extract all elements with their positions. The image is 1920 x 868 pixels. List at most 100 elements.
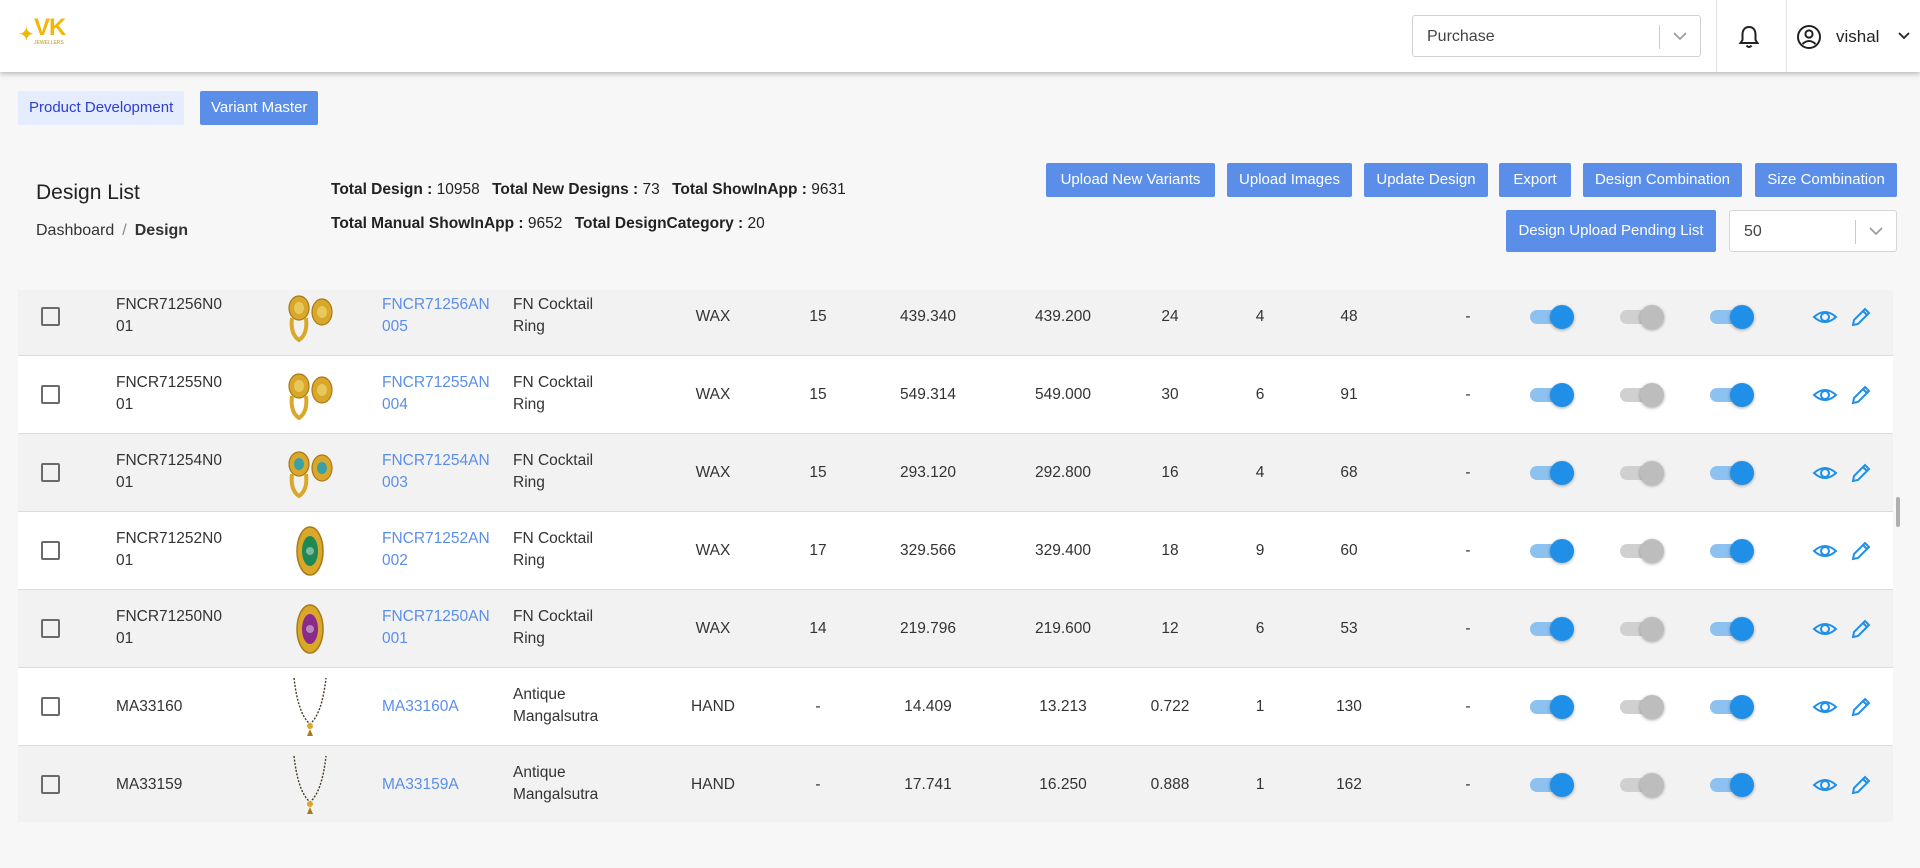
design-image[interactable] [280, 362, 340, 428]
toggle-manual-show[interactable] [1710, 305, 1754, 329]
row-checkbox[interactable] [41, 541, 60, 560]
breadcrumb-dashboard[interactable]: Dashboard [36, 222, 114, 239]
category-line-2: Ring [513, 318, 545, 335]
toggle-manual-show[interactable] [1710, 773, 1754, 797]
variant-code-link[interactable]: FNCR71256AN 005 [382, 294, 502, 338]
design-image[interactable] [280, 752, 340, 818]
toggle-new-design[interactable] [1620, 383, 1664, 407]
toggle-show-in-app[interactable] [1530, 695, 1574, 719]
design-upload-pending-list-button[interactable]: Design Upload Pending List [1506, 210, 1716, 252]
view-eye-icon[interactable] [1812, 538, 1838, 564]
upload-new-variants-button[interactable]: Upload New Variants [1046, 163, 1215, 197]
toggle-show-in-app[interactable] [1530, 539, 1574, 563]
toggle-manual-show[interactable] [1710, 461, 1754, 485]
category-line-1: FN Cocktail [513, 296, 594, 313]
scrollbar-thumb[interactable] [1896, 497, 1900, 527]
toggle-show-in-app[interactable] [1530, 383, 1574, 407]
variant-code-link-line-2[interactable]: 005 [382, 316, 502, 338]
col-4: 30 [1161, 386, 1179, 403]
toggle-new-design[interactable] [1620, 617, 1664, 641]
variant-code-link-line-1[interactable]: MA33160A [382, 696, 502, 718]
variant-code-link-line-1[interactable]: FNCR71255AN [382, 372, 502, 394]
toggle-knob [1640, 539, 1664, 563]
design-image[interactable] [280, 596, 340, 662]
view-eye-icon[interactable] [1812, 694, 1838, 720]
variant-code-link-line-1[interactable]: MA33159A [382, 774, 502, 796]
tab-variant-master[interactable]: Variant Master [200, 91, 319, 125]
stats-line-2: Total Manual ShowInApp : 9652 Total Desi… [331, 215, 773, 233]
toggle-show-in-app[interactable] [1530, 461, 1574, 485]
edit-pencil-icon[interactable] [1848, 616, 1874, 642]
design-image[interactable] [280, 290, 340, 350]
variant-code-link-line-2[interactable]: 002 [382, 550, 502, 572]
size-combination-button[interactable]: Size Combination [1755, 163, 1897, 197]
col-1: 14 [809, 620, 827, 637]
row-checkbox[interactable] [41, 775, 60, 794]
row-checkbox[interactable] [41, 463, 60, 482]
variant-code-link-line-1[interactable]: FNCR71254AN [382, 450, 502, 472]
module-select[interactable]: Purchase [1412, 15, 1701, 57]
toggle-show-in-app[interactable] [1530, 773, 1574, 797]
col-2: 14.409 [904, 698, 952, 715]
design-image[interactable] [280, 440, 340, 506]
toggle-new-design[interactable] [1620, 773, 1664, 797]
variant-code-link-line-1[interactable]: FNCR71256AN [382, 294, 502, 316]
toggle-new-design[interactable] [1620, 539, 1664, 563]
variant-code-link[interactable]: FNCR71252AN 002 [382, 528, 502, 572]
design-image[interactable] [280, 518, 340, 584]
edit-pencil-icon[interactable] [1848, 538, 1874, 564]
tab-product-development[interactable]: Product Development [18, 91, 185, 125]
row-checkbox[interactable] [41, 385, 60, 404]
variant-code-link[interactable]: FNCR71255AN 004 [382, 372, 502, 416]
toggle-manual-show[interactable] [1710, 617, 1754, 641]
variant-code-link[interactable]: MA33159A [382, 774, 502, 796]
col-4: 24 [1161, 308, 1179, 325]
variant-code-link[interactable]: FNCR71250AN 001 [382, 606, 502, 650]
edit-pencil-icon[interactable] [1848, 304, 1874, 330]
design-combination-button[interactable]: Design Combination [1583, 163, 1742, 197]
row-checkbox[interactable] [41, 619, 60, 638]
row-checkbox[interactable] [41, 307, 60, 326]
edit-pencil-icon[interactable] [1848, 460, 1874, 486]
notification-bell-icon[interactable] [1737, 24, 1761, 50]
col-1: 15 [809, 386, 827, 403]
view-eye-icon[interactable] [1812, 460, 1838, 486]
design-code-line-2: 01 [116, 630, 134, 647]
variant-code-link-line-2[interactable]: 004 [382, 394, 502, 416]
col-1: 17 [809, 542, 827, 559]
edit-pencil-icon[interactable] [1848, 694, 1874, 720]
user-account-icon [1797, 25, 1821, 49]
update-design-button[interactable]: Update Design [1364, 163, 1488, 197]
row-checkbox[interactable] [41, 697, 60, 716]
view-eye-icon[interactable] [1812, 382, 1838, 408]
toggle-show-in-app[interactable] [1530, 305, 1574, 329]
toggle-manual-show[interactable] [1710, 695, 1754, 719]
variant-code-link-line-1[interactable]: FNCR71252AN [382, 528, 502, 550]
export-button[interactable]: Export [1499, 163, 1571, 197]
design-image[interactable] [280, 674, 340, 740]
toggle-new-design[interactable] [1620, 305, 1664, 329]
variant-code-link-line-2[interactable]: 003 [382, 472, 502, 494]
toggle-new-design[interactable] [1620, 695, 1664, 719]
toggle-manual-show[interactable] [1710, 539, 1754, 563]
toggle-new-design[interactable] [1620, 461, 1664, 485]
view-eye-icon[interactable] [1812, 772, 1838, 798]
toggle-show-in-app[interactable] [1530, 617, 1574, 641]
variant-code-link-line-2[interactable]: 001 [382, 628, 502, 650]
toggle-knob [1550, 305, 1574, 329]
col-5: 1 [1255, 776, 1265, 793]
category-line-1: Antique [513, 764, 566, 781]
upload-images-button[interactable]: Upload Images [1227, 163, 1352, 197]
category-line-2: Ring [513, 630, 545, 647]
variant-code-link[interactable]: FNCR71254AN 003 [382, 450, 502, 494]
view-eye-icon[interactable] [1812, 304, 1838, 330]
view-eye-icon[interactable] [1812, 616, 1838, 642]
brand-logo[interactable]: ✦ VK JEWELLERS [18, 14, 74, 52]
design-code: FNCR71256N0 01 [116, 294, 246, 338]
variant-code-link[interactable]: MA33160A [382, 696, 502, 718]
variant-code-link-line-1[interactable]: FNCR71250AN [382, 606, 502, 628]
toggle-manual-show[interactable] [1710, 383, 1754, 407]
edit-pencil-icon[interactable] [1848, 772, 1874, 798]
edit-pencil-icon[interactable] [1848, 382, 1874, 408]
page-size-select[interactable]: 50 [1729, 210, 1897, 252]
